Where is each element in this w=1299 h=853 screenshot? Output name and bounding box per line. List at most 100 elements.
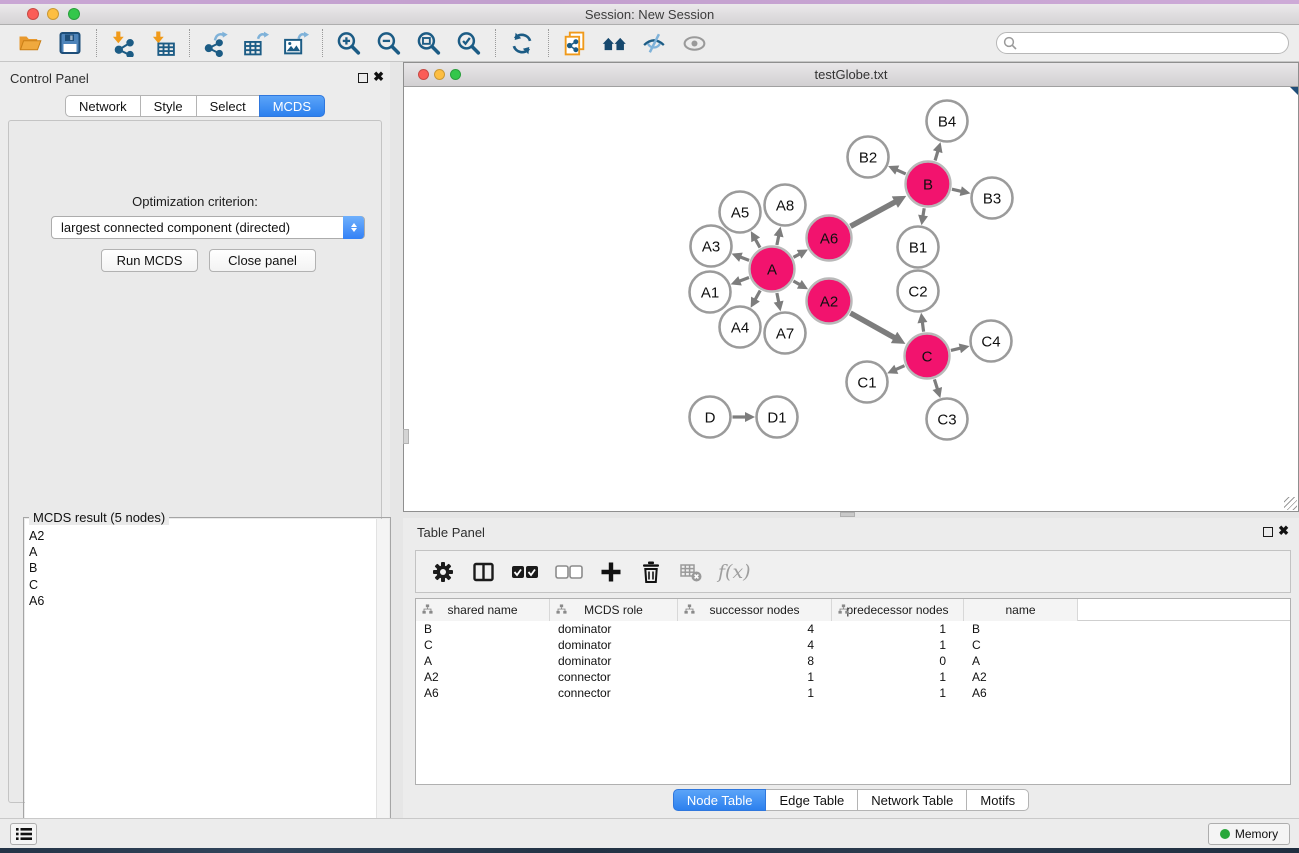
memory-button[interactable]: Memory xyxy=(1208,823,1290,845)
node-A7[interactable]: A7 xyxy=(765,313,806,354)
titlebar[interactable]: Session: New Session xyxy=(0,4,1299,25)
edge-A-A1[interactable] xyxy=(739,278,749,282)
column-header-shared-name[interactable]: shared name xyxy=(416,599,550,621)
export-image-button[interactable] xyxy=(276,27,316,59)
table-settings-button[interactable] xyxy=(430,557,456,587)
edge-C-C2[interactable] xyxy=(922,322,923,332)
edge-A-A6[interactable] xyxy=(794,254,801,257)
node-C[interactable]: C xyxy=(905,334,950,379)
node-D1[interactable]: D1 xyxy=(757,397,798,438)
zoom-fit-button[interactable] xyxy=(409,27,449,59)
edge-C-C4[interactable] xyxy=(951,348,961,350)
new-network-from-selection-button[interactable] xyxy=(555,27,595,59)
network-vertical-scrollthumb[interactable] xyxy=(403,429,409,444)
search-input[interactable] xyxy=(996,32,1289,54)
mcds-result-item[interactable]: A2 xyxy=(29,528,389,544)
table-cell[interactable]: 1 xyxy=(678,685,832,701)
node-A[interactable]: A xyxy=(750,247,795,292)
table-cell[interactable]: connector xyxy=(550,685,678,701)
table-cell[interactable]: 0 xyxy=(832,653,964,669)
mcds-result-item[interactable]: A6 xyxy=(29,593,389,609)
table-cell[interactable]: connector xyxy=(550,669,678,685)
node-D[interactable]: D xyxy=(690,397,731,438)
node-B4[interactable]: B4 xyxy=(927,101,968,142)
edge-A-A5[interactable] xyxy=(755,239,760,248)
table-cell[interactable]: 1 xyxy=(832,669,964,685)
result-scrollbar[interactable] xyxy=(376,519,389,853)
delete-table-button[interactable] xyxy=(678,557,704,587)
node-B1[interactable]: B1 xyxy=(898,227,939,268)
deselect-all-columns-button[interactable] xyxy=(554,557,584,587)
table-cell[interactable]: 8 xyxy=(678,653,832,669)
table-cell[interactable]: B xyxy=(416,621,550,637)
column-header-mcds-role[interactable]: MCDS role xyxy=(550,599,678,621)
close-panel-button[interactable]: Close panel xyxy=(209,249,316,272)
node-A4[interactable]: A4 xyxy=(720,307,761,348)
tab-style[interactable]: Style xyxy=(140,95,197,117)
delete-column-button[interactable] xyxy=(638,557,664,587)
tab-select[interactable]: Select xyxy=(196,95,260,117)
table-cell[interactable]: dominator xyxy=(550,621,678,637)
edge-A-A4[interactable] xyxy=(755,291,760,300)
mcds-result-item[interactable]: B xyxy=(29,560,389,576)
create-column-button[interactable] xyxy=(598,557,624,587)
show-graphics-details-button[interactable] xyxy=(675,27,715,59)
column-header-successor-nodes[interactable]: successor nodes xyxy=(678,599,832,621)
table-cell[interactable]: A xyxy=(416,653,550,669)
node-B2[interactable]: B2 xyxy=(848,137,889,178)
function-builder-button[interactable]: f(x) xyxy=(718,557,751,587)
close-panel-icon[interactable]: ✖ xyxy=(373,69,384,85)
hide-graphics-details-button[interactable] xyxy=(635,27,675,59)
mcds-result-item[interactable]: A xyxy=(29,544,389,560)
edge-B-B1[interactable] xyxy=(923,208,924,216)
table-cell[interactable]: 4 xyxy=(678,621,832,637)
table-cell[interactable]: B xyxy=(964,621,1078,637)
float-panel-icon[interactable] xyxy=(358,73,368,83)
table-cell[interactable]: A6 xyxy=(416,685,550,701)
float-table-panel-icon[interactable] xyxy=(1263,527,1273,537)
node-A3[interactable]: A3 xyxy=(691,226,732,267)
zoom-selected-button[interactable] xyxy=(449,27,489,59)
network-horizontal-scrollthumb[interactable] xyxy=(840,512,855,517)
column-header-name[interactable]: name xyxy=(964,599,1078,621)
zoom-in-button[interactable] xyxy=(329,27,369,59)
tab-mcds[interactable]: MCDS xyxy=(259,95,325,117)
criterion-select[interactable]: largest connected component (directed) xyxy=(51,216,365,239)
select-all-columns-button[interactable] xyxy=(510,557,540,587)
edge-B-B3[interactable] xyxy=(952,189,962,191)
close-table-panel-icon[interactable]: ✖ xyxy=(1278,523,1289,539)
save-session-button[interactable] xyxy=(50,27,90,59)
node-C2[interactable]: C2 xyxy=(898,271,939,312)
network-resize-grip[interactable] xyxy=(1284,497,1297,510)
table-cell[interactable]: C xyxy=(416,637,550,653)
edge-B-B4[interactable] xyxy=(935,151,938,161)
tab-node-table[interactable]: Node Table xyxy=(673,789,767,811)
edge-A-A2[interactable] xyxy=(793,281,800,285)
show-column-button[interactable] xyxy=(470,557,496,587)
edge-A-A3[interactable] xyxy=(740,257,749,261)
tab-network[interactable]: Network xyxy=(65,95,141,117)
table-cell[interactable]: 1 xyxy=(832,637,964,653)
node-C1[interactable]: C1 xyxy=(847,362,888,403)
table-cell[interactable]: A xyxy=(964,653,1078,669)
table-cell[interactable]: 1 xyxy=(832,685,964,701)
table-cell[interactable]: A6 xyxy=(964,685,1078,701)
home-networks-button[interactable] xyxy=(595,27,635,59)
table-cell[interactable]: C xyxy=(964,637,1078,653)
table-cell[interactable]: 1 xyxy=(678,669,832,685)
edge-B-B2[interactable] xyxy=(896,170,905,174)
column-header-predecessor-nodes[interactable]: predecessor nodes xyxy=(832,599,964,621)
node-C4[interactable]: C4 xyxy=(971,321,1012,362)
node-A5[interactable]: A5 xyxy=(720,192,761,233)
node-B3[interactable]: B3 xyxy=(972,178,1013,219)
network-canvas[interactable]: AA1A2A3A4A5A6A7A8BB1B2B3B4CC1C2C3C4DD1 xyxy=(404,87,1298,511)
tab-network-table[interactable]: Network Table xyxy=(857,789,967,811)
table-cell[interactable]: A2 xyxy=(964,669,1078,685)
table-cell[interactable]: dominator xyxy=(550,653,678,669)
task-history-button[interactable] xyxy=(10,823,37,845)
node-A1[interactable]: A1 xyxy=(690,272,731,313)
edge-C-C1[interactable] xyxy=(895,366,904,370)
network-window-titlebar[interactable]: testGlobe.txt xyxy=(404,63,1298,87)
edge-A2-C[interactable] xyxy=(850,313,895,338)
refresh-layout-button[interactable] xyxy=(502,27,542,59)
